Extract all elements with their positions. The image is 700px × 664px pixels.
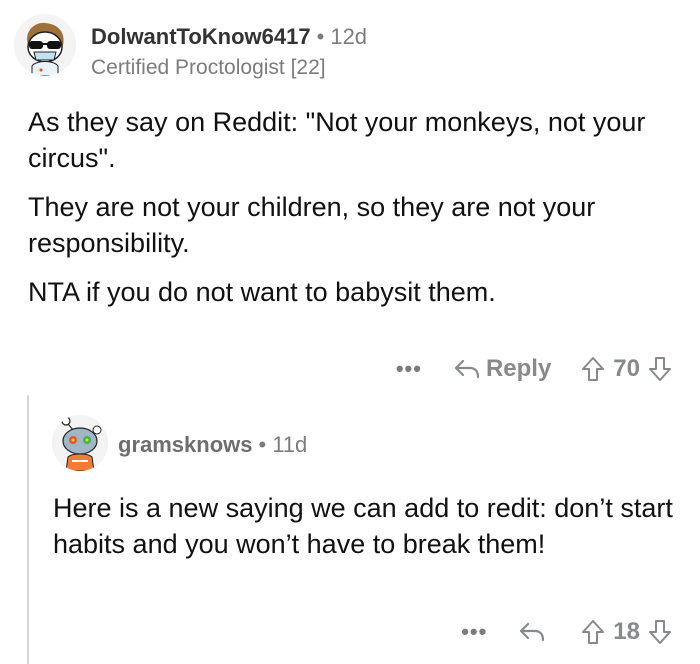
- username[interactable]: DolwantToKnow6417: [91, 24, 311, 49]
- reply-button[interactable]: Reply: [454, 355, 551, 383]
- comment-paragraph: Here is a new saying we can add to redit…: [53, 493, 673, 559]
- reply-arrow-icon: [454, 359, 480, 379]
- comment-meta: DolwantToKnow6417 • 12d: [91, 24, 367, 50]
- comment-actions: ••• 18: [461, 615, 672, 649]
- upvote-arrow-icon[interactable]: [581, 356, 605, 382]
- upvote-arrow-icon[interactable]: [581, 619, 605, 645]
- user-flair: Certified Proctologist [22]: [91, 56, 326, 79]
- comment-body: As they say on Reddit: "Not your monkeys…: [28, 104, 678, 323]
- comment-paragraph: They are not your children, so they are …: [28, 192, 596, 258]
- timestamp: 11d: [272, 432, 308, 457]
- user-avatar[interactable]: [14, 14, 76, 76]
- thread-line[interactable]: [27, 395, 29, 664]
- vote-score: 18: [613, 618, 640, 645]
- user-avatar[interactable]: [52, 415, 108, 471]
- comment-actions: ••• Reply 70: [396, 352, 672, 386]
- more-options-button[interactable]: •••: [396, 356, 422, 382]
- more-options-button[interactable]: •••: [461, 619, 487, 645]
- reply-button[interactable]: [519, 621, 551, 643]
- snoo-avatar-icon: [52, 415, 108, 471]
- vote-controls: 70: [581, 355, 672, 383]
- downvote-arrow-icon[interactable]: [648, 619, 672, 645]
- comment-body: Here is a new saying we can add to redit…: [53, 490, 673, 575]
- reply-label: Reply: [485, 355, 552, 382]
- separator-dot: •: [316, 24, 325, 49]
- downvote-arrow-icon[interactable]: [648, 356, 672, 382]
- separator-dot: •: [258, 432, 267, 457]
- comment-paragraph: NTA if you do not want to babysit them.: [28, 277, 496, 307]
- comment-meta: gramsknows • 11d: [118, 432, 307, 458]
- vote-score: 70: [613, 355, 640, 382]
- vote-controls: 18: [581, 618, 672, 646]
- timestamp: 12d: [330, 24, 368, 49]
- reply-arrow-icon: [520, 622, 545, 642]
- comment-paragraph: As they say on Reddit: "Not your monkeys…: [28, 107, 646, 173]
- username[interactable]: gramsknows: [118, 432, 253, 457]
- snoo-avatar-icon: [14, 14, 76, 76]
